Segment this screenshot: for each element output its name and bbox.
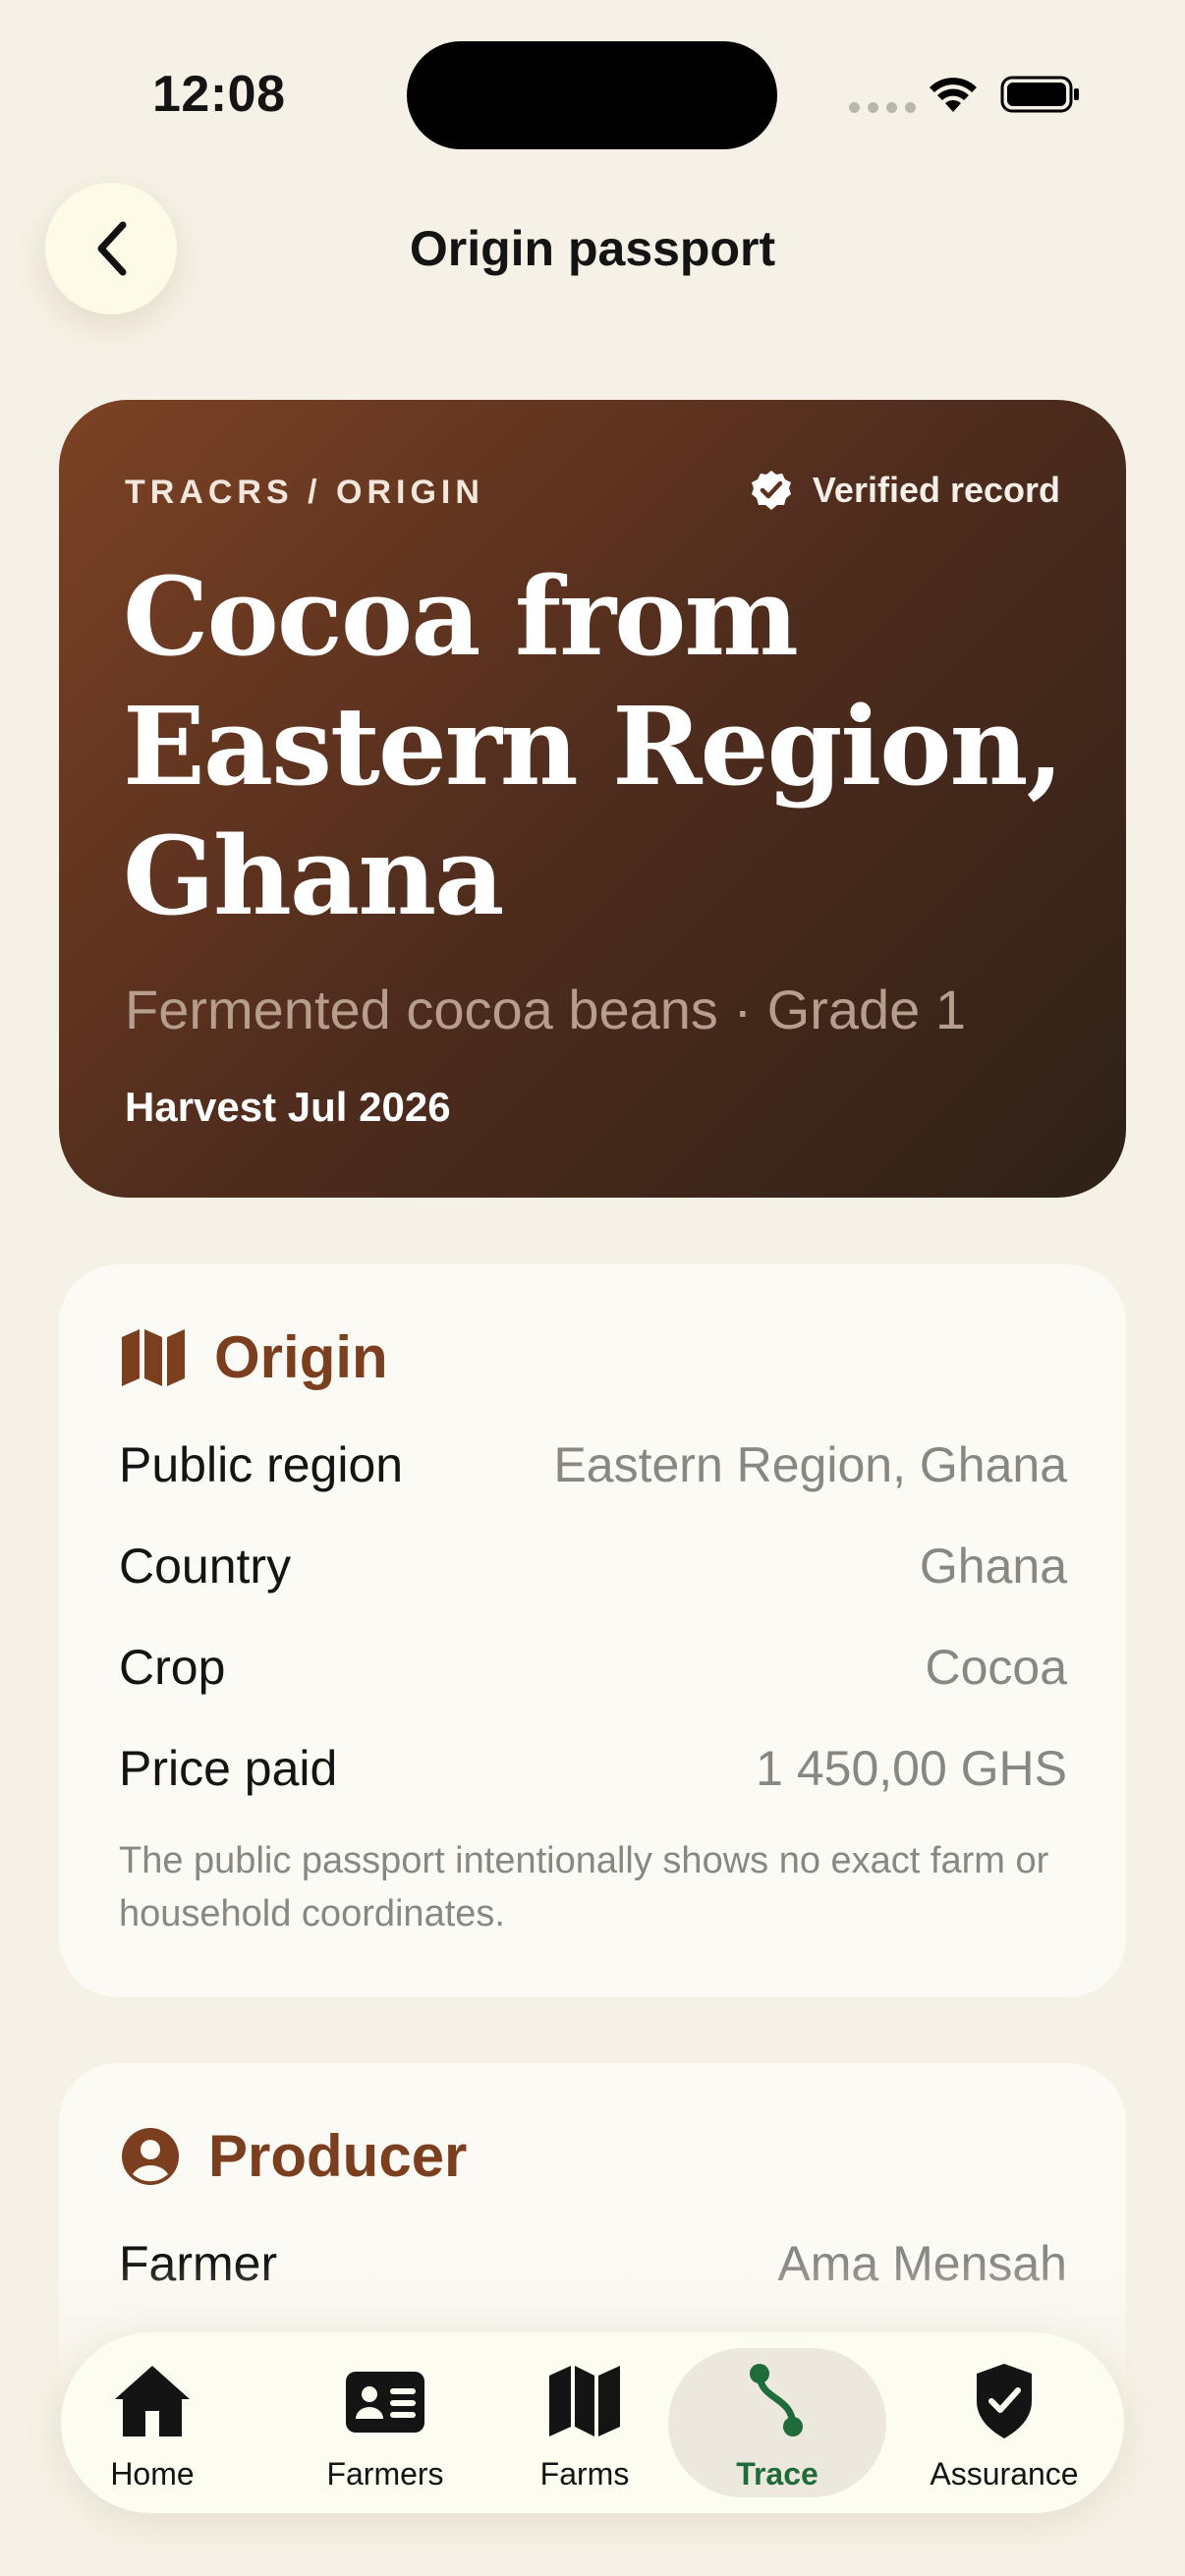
row-value: Ghana [919,1539,1067,1594]
row-value: Cocoa [925,1640,1067,1695]
harvest-date: Harvest Jul 2026 [125,1084,451,1130]
map-icon [122,1328,185,1386]
user-circle-icon [122,2127,179,2185]
tab-trace[interactable]: Trace [668,2348,886,2497]
row-value: 1 450,00 GHS [756,1741,1067,1796]
row-value: Eastern Region, Ghana [553,1437,1067,1492]
bottom-tab-bar: Home Farmers Farms Trace Assurance [61,2332,1124,2513]
id-card-icon [346,2372,424,2433]
tab-assurance[interactable]: Assurance [906,2348,1102,2497]
producer-card-title: Producer [208,2123,468,2189]
dynamic-island [407,41,777,149]
producer-card-header: Producer [120,2122,467,2190]
wifi-icon [930,78,977,112]
row-label: Public region [119,1437,404,1492]
house-icon [115,2366,190,2436]
tab-home[interactable]: Home [79,2348,226,2497]
row-label: Price paid [119,1741,338,1796]
tab-farmers[interactable]: Farmers [305,2348,466,2497]
hero-title-line: Ghana [123,812,504,939]
origin-card-title: Origin [214,1324,388,1390]
row-label: Country [119,1539,292,1594]
verified-seal-icon [751,471,791,510]
tab-farms[interactable]: Farms [501,2348,668,2497]
hero-title-line: Eastern Region, [123,683,1064,810]
route-icon [750,2364,803,2436]
cellular-signal-icon [849,102,916,113]
info-row-public-region: Public region Eastern Region, Ghana [119,1436,1067,1493]
verified-badge-label: Verified record [812,470,1060,510]
hero-eyebrow: TRACRS / ORIGIN [125,474,484,511]
origin-hero-card: TRACRS / ORIGIN Verified record Cocoa fr… [59,400,1126,1198]
origin-card: Origin Public region Eastern Region, Gha… [59,1264,1126,1997]
tab-label: Trace [736,2456,818,2492]
info-row-price-paid: Price paid 1 450,00 GHS [119,1740,1067,1797]
status-time: 12:08 [152,66,286,123]
shield-check-icon [977,2364,1032,2438]
hero-title: Cocoa from Eastern Region, Ghana [123,552,1066,941]
row-label: Crop [119,1640,226,1695]
product-description: Fermented cocoa beans · Grade 1 [125,979,967,1040]
privacy-note: The public passport intentionally shows … [119,1840,1049,1934]
map-icon [549,2366,620,2436]
origin-card-header: Origin [120,1323,388,1391]
battery-icon [1000,76,1079,113]
tab-label: Farmers [326,2456,444,2492]
info-row-country: Country Ghana [119,1538,1067,1595]
tab-label: Home [110,2456,195,2492]
page-title: Origin passport [409,221,776,276]
verified-badge: Verified record [750,469,1060,512]
tab-label: Assurance [930,2456,1079,2492]
tab-label: Farms [539,2456,630,2492]
hero-title-line: Cocoa from [123,553,799,680]
info-row-crop: Crop Cocoa [119,1639,1067,1696]
